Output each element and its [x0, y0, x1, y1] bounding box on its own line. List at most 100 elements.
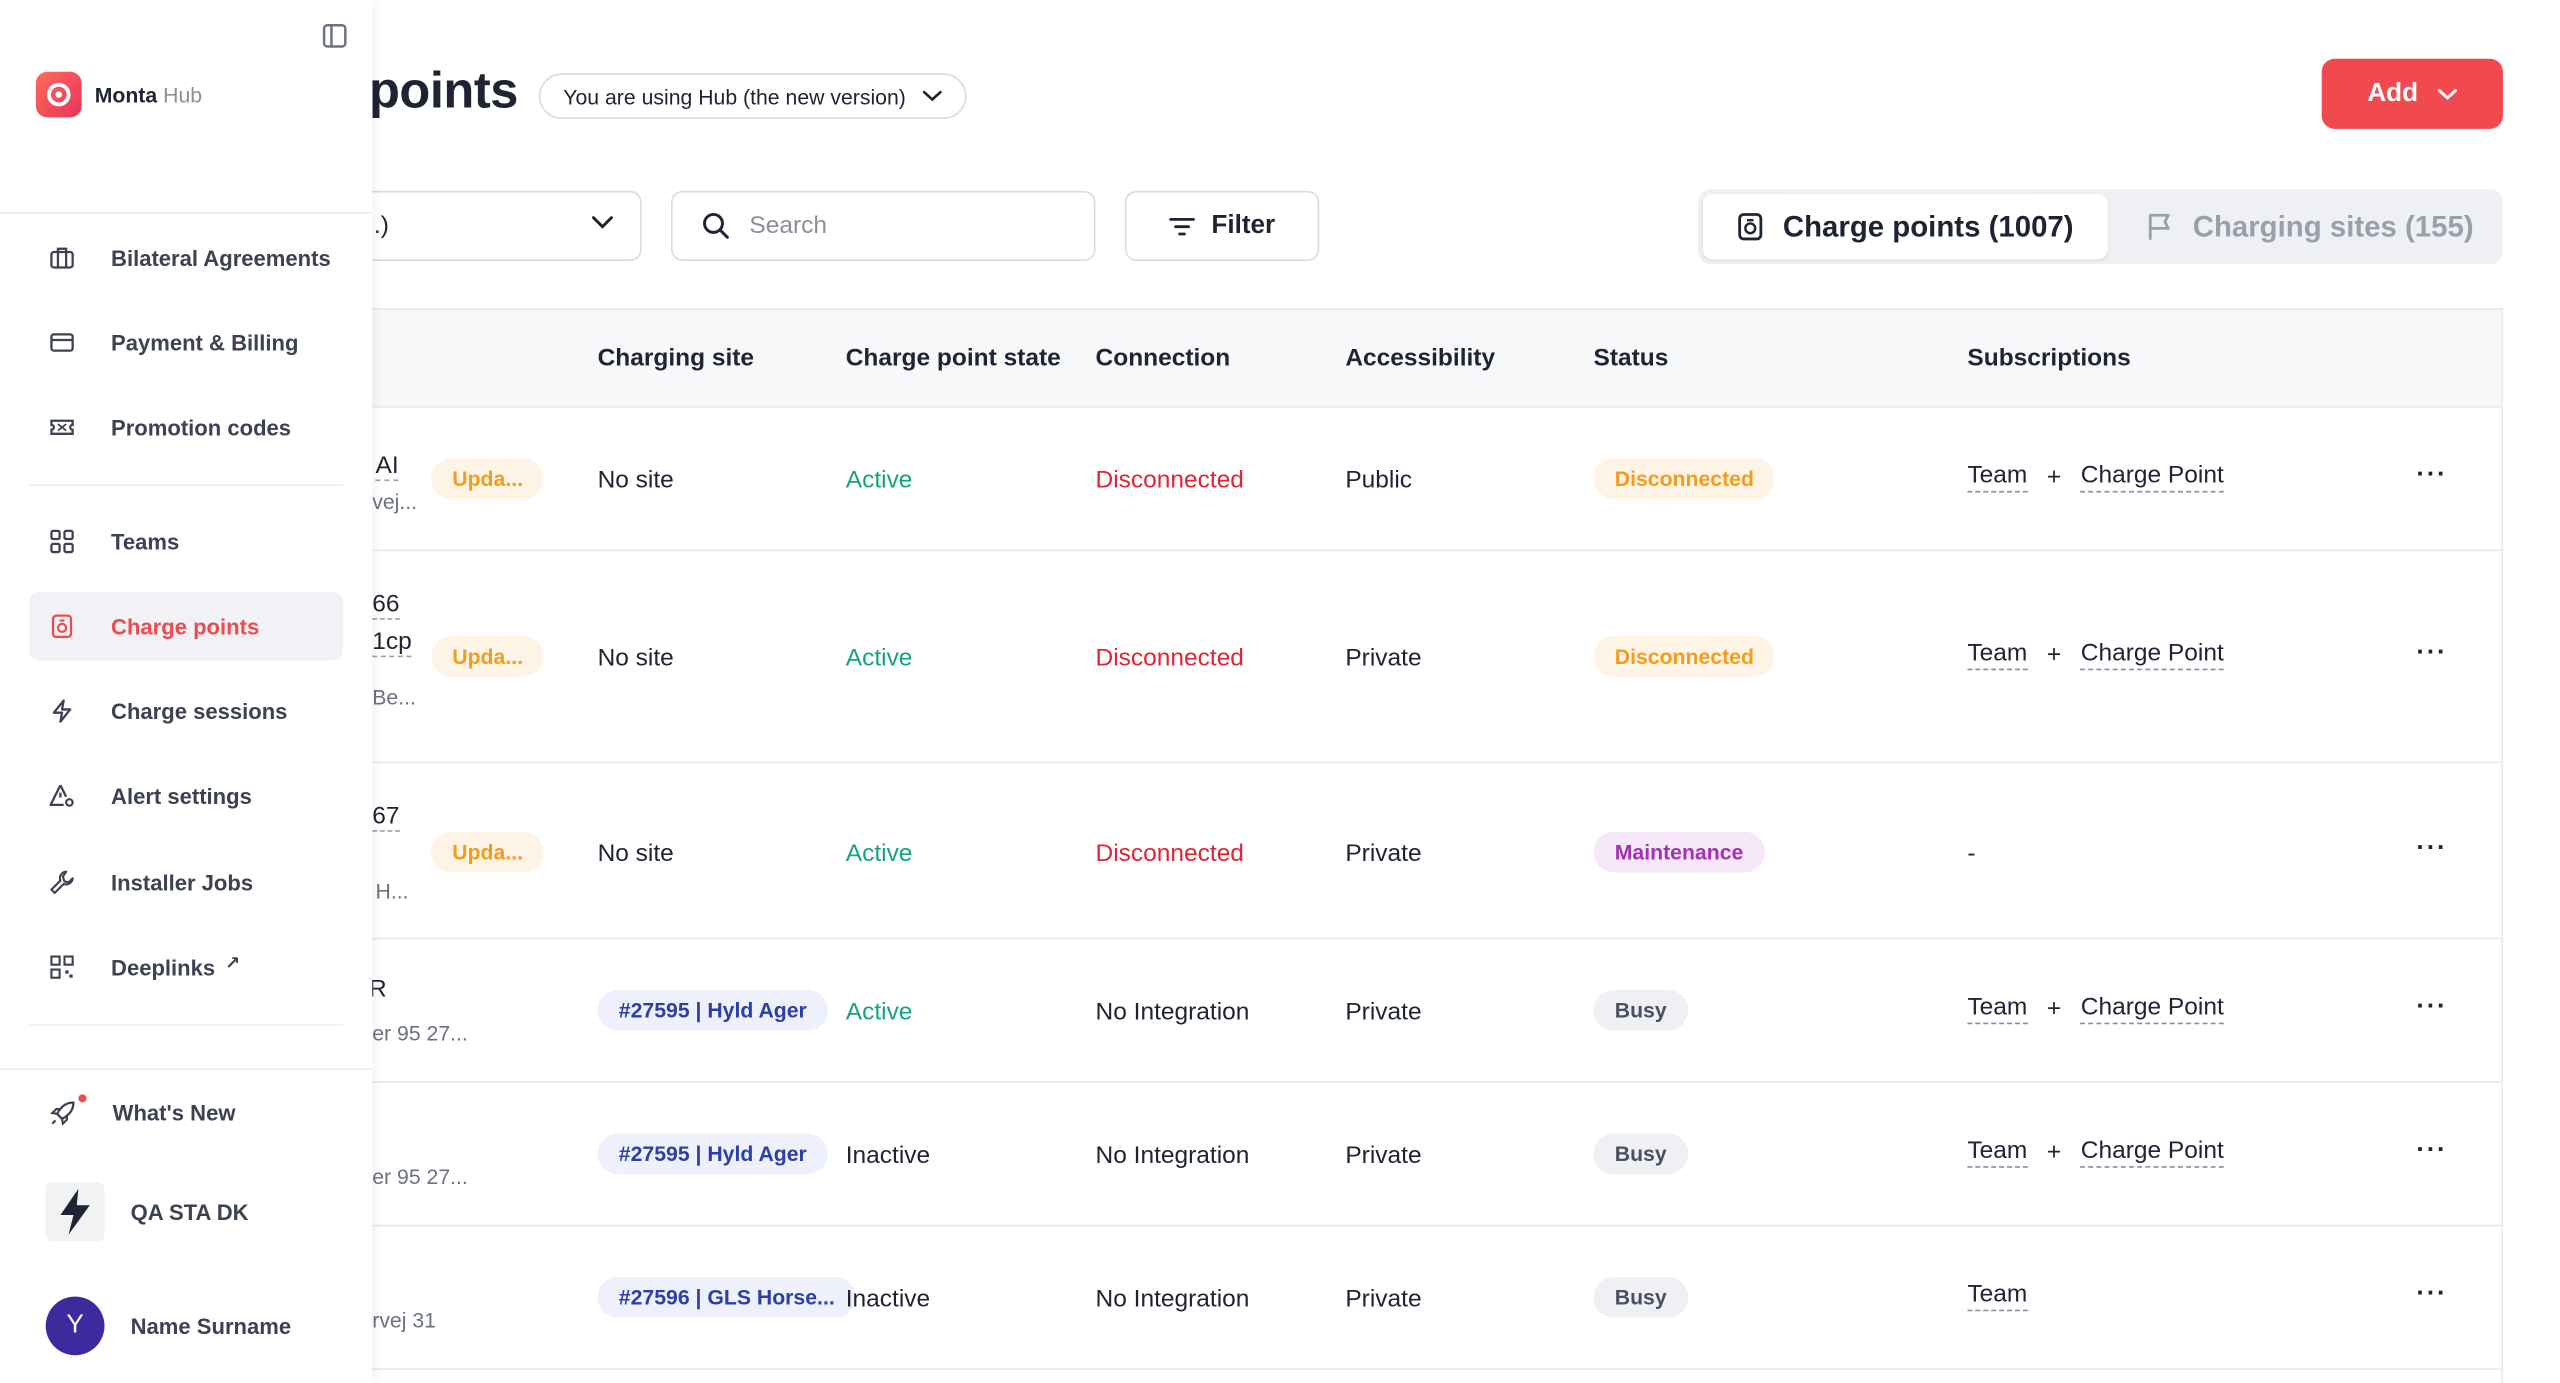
search-input[interactable]: [749, 212, 1060, 240]
organization-logo-icon: [45, 1182, 105, 1242]
more-actions-button[interactable]: ···: [2416, 993, 2447, 1022]
table-row[interactable]: 66 1cp Be... Upda... No site Active Disc…: [362, 551, 2502, 764]
sidebar-collapse-icon[interactable]: [322, 23, 348, 49]
avatar: Y: [45, 1296, 105, 1356]
sidebar-item-promotion-codes[interactable]: Promotion codes: [29, 393, 342, 461]
column-header[interactable]: Charging site: [598, 344, 755, 372]
version-selector[interactable]: You are using Hub (the new version): [538, 73, 967, 120]
ticket-icon: [50, 419, 74, 435]
chevron-down-icon: [592, 216, 613, 229]
subscription-charge-point[interactable]: Charge Point: [2080, 639, 2224, 671]
update-badge[interactable]: Upda...: [431, 636, 545, 677]
organization-name: QA STA DK: [130, 1199, 249, 1224]
update-badge[interactable]: Upda...: [431, 458, 545, 500]
sidebar-item-label: Bilateral Agreements: [111, 245, 331, 270]
wrench-icon: [50, 870, 74, 894]
filter-button[interactable]: Filter: [1124, 190, 1320, 261]
more-actions-button[interactable]: ···: [2416, 1137, 2447, 1166]
charging-site-badge[interactable]: #27596 | GLS Horse...: [597, 1276, 856, 1318]
charge-point-address: er 95 27...: [372, 1164, 468, 1189]
status-badge: Busy: [1593, 1133, 1688, 1175]
subscription-team[interactable]: Team: [1967, 639, 2028, 671]
charge-point-state: Active: [845, 466, 913, 495]
more-actions-button[interactable]: ···: [2416, 835, 2447, 864]
divider: [29, 1024, 343, 1026]
subscription-team[interactable]: Team: [1967, 1137, 2028, 1168]
sidebar-item-charge-points[interactable]: Charge points: [29, 592, 343, 661]
charge-point-address: rvej 31: [372, 1307, 436, 1333]
whats-new-button[interactable]: What's New: [29, 1078, 342, 1146]
plus-sign: +: [2046, 1138, 2062, 1167]
tab-charge-points[interactable]: Charge points (1007): [1702, 194, 2108, 260]
search-field[interactable]: [671, 190, 1096, 261]
subscription-charge-point[interactable]: Charge Point: [2080, 462, 2224, 493]
status-badge: Busy: [1593, 989, 1688, 1031]
charging-site-badge[interactable]: #27595 | Hyld Ager: [597, 989, 829, 1031]
organization-switcher[interactable]: QA STA DK: [45, 1182, 249, 1242]
sidebar-item-payment-billing[interactable]: Payment & Billing: [29, 308, 342, 376]
column-header[interactable]: Accessibility: [1345, 344, 1495, 372]
sidebar-item-teams[interactable]: Teams: [29, 507, 342, 575]
column-header[interactable]: Status: [1594, 344, 1669, 372]
charge-point-state: Inactive: [845, 1285, 931, 1313]
more-actions-button[interactable]: ···: [2416, 639, 2447, 668]
sidebar-item-bilateral-agreements[interactable]: Bilateral Agreements: [29, 223, 342, 291]
version-label: You are using Hub (the new version): [563, 83, 906, 109]
charge-point-state: Inactive: [845, 1141, 931, 1170]
tab-charging-sites[interactable]: Charging sites (155): [2147, 194, 2474, 259]
charging-site-badge[interactable]: #27595 | Hyld Ager: [597, 1133, 829, 1175]
table-row[interactable]: 67 H... Upda... No site Active Disconnec…: [362, 763, 2502, 940]
sidebar-item-label: Payment & Billing: [111, 330, 299, 355]
rocket-icon: [50, 1100, 75, 1126]
sidebar-item-label: Alert settings: [111, 783, 252, 809]
brand[interactable]: Monta Hub: [35, 71, 202, 118]
charger-icon: [1738, 213, 1763, 241]
more-actions-button[interactable]: ···: [2416, 462, 2447, 491]
column-header[interactable]: Connection: [1096, 344, 1231, 372]
sidebar-item-installer-jobs[interactable]: Installer Jobs: [29, 848, 342, 916]
subscription-charge-point[interactable]: Charge Point: [2080, 993, 2224, 1025]
more-actions-button[interactable]: ···: [2416, 1280, 2447, 1309]
connection: Disconnected: [1095, 466, 1244, 495]
view-toggle: Charge points (1007) Charging sites (155…: [1698, 189, 2503, 265]
brand-title: Monta: [94, 82, 158, 107]
table-row[interactable]: AI vej... Upda... No site Active Disconn…: [362, 407, 2502, 552]
charge-point-state: Active: [845, 644, 913, 672]
update-badge[interactable]: Upda...: [431, 831, 545, 873]
subscription-team[interactable]: Team: [1967, 993, 2028, 1025]
subscription-charge-point[interactable]: Charge Point: [2080, 1137, 2224, 1168]
charge-point-address: er 95 27...: [372, 1020, 468, 1046]
sidebar-item-label: Deeplinks: [111, 954, 216, 980]
table-row[interactable]: er 95 27... #27595 | Hyld Ager Inactive …: [362, 1082, 2502, 1227]
alert-gear-icon: [49, 784, 74, 807]
connection: No Integration: [1095, 998, 1250, 1026]
sidebar-item-alert-settings[interactable]: Alert settings: [29, 762, 342, 830]
table-row[interactable]: rvej 31 #27596 | GLS Horse... Inactive N…: [362, 1226, 2502, 1370]
charge-point-name-line2: 1cp: [372, 627, 412, 658]
chevron-down-icon: [2437, 88, 2458, 100]
user-menu[interactable]: Y Name Surname: [45, 1296, 291, 1356]
sidebar-item-deeplinks[interactable]: Deeplinks ↗: [29, 933, 342, 1001]
main-content: points You are using Hub (the new versio…: [0, 0, 2560, 1383]
accessibility: Private: [1345, 839, 1422, 868]
sidebar-item-charge-sessions[interactable]: Charge sessions: [29, 677, 342, 745]
subscriptions: Team + Charge Point: [1967, 462, 2224, 493]
team-select[interactable]: .): [362, 190, 642, 261]
subscription-team[interactable]: Team: [1967, 1280, 2028, 1312]
subscription-team[interactable]: Team: [1967, 462, 2028, 493]
table-row[interactable]: R er 95 27... #27595 | Hyld Ager Active …: [362, 939, 2502, 1083]
accessibility: Private: [1345, 1141, 1422, 1170]
status-badge: Busy: [1593, 1276, 1688, 1318]
search-icon: [703, 212, 729, 239]
add-button[interactable]: Add: [2321, 58, 2503, 129]
sidebar-item-label: Teams: [111, 529, 180, 554]
column-header[interactable]: Subscriptions: [1967, 344, 2130, 372]
briefcase-icon: [50, 247, 74, 269]
external-link-icon: ↗: [224, 953, 241, 973]
sidebar-item-label: Installer Jobs: [111, 870, 254, 895]
column-header[interactable]: Charge point state: [846, 344, 1061, 372]
charge-points-table: Charging site Charge point state Connect…: [362, 308, 2503, 1383]
tab-charge-points-label: Charge points (1007): [1782, 209, 2074, 243]
charger-icon: [51, 614, 73, 639]
subscriptions: Team + Charge Point: [1967, 993, 2224, 1025]
